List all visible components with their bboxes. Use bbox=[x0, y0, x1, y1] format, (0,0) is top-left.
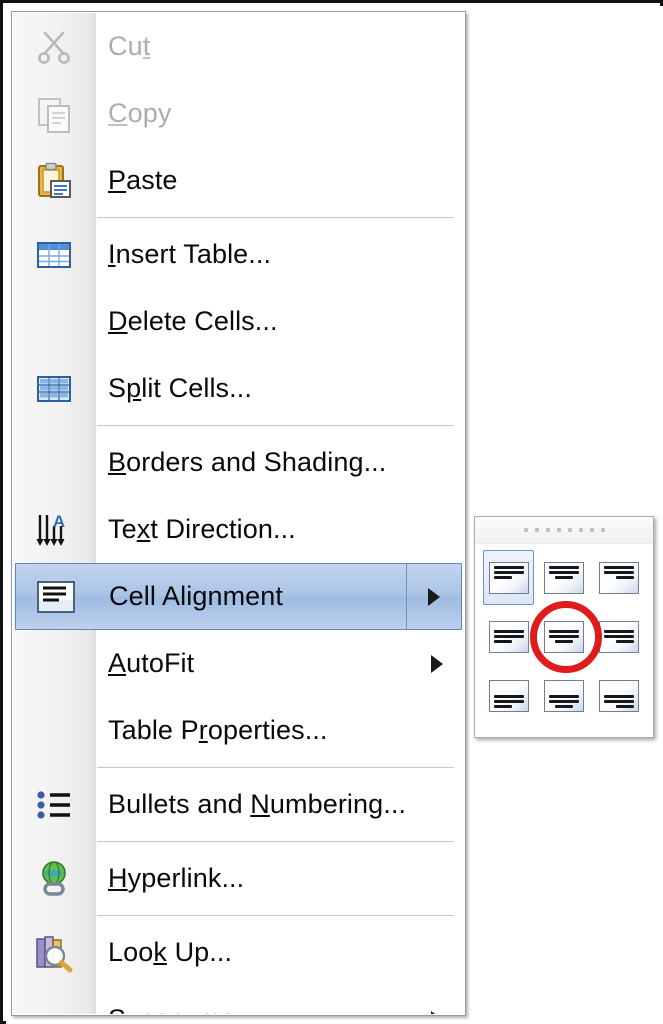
look-up-icon bbox=[13, 919, 95, 986]
menu-item-insert-table[interactable]: Insert Table... bbox=[13, 221, 464, 288]
menu-item-caret-slot bbox=[410, 771, 464, 838]
align-top-right-icon bbox=[599, 561, 640, 594]
menu-item-caret-slot bbox=[410, 221, 464, 288]
menu-item-icon-slot bbox=[13, 986, 95, 1014]
alignment-option-align-center[interactable] bbox=[538, 609, 589, 664]
menu-item-label: Copy bbox=[108, 98, 172, 128]
menu-item-caret-slot bbox=[410, 429, 464, 496]
bullets-icon bbox=[13, 771, 95, 838]
align-top-left-icon bbox=[488, 561, 529, 594]
alignment-option-align-bottom-left[interactable] bbox=[483, 669, 534, 724]
menu-item-label: Paste bbox=[108, 165, 178, 195]
menu-item-label: Split Cells... bbox=[108, 373, 252, 403]
menu-item-cut: Cut bbox=[13, 13, 464, 80]
copy-pages-icon bbox=[13, 80, 95, 147]
menu-separator bbox=[97, 841, 454, 842]
menu-item-caret-slot bbox=[410, 80, 464, 147]
figure-canvas: Cut Copy Paste Insert Table... Delete Ce… bbox=[6, 6, 663, 1024]
menu-item-caret-slot bbox=[410, 355, 464, 422]
grip-dot bbox=[578, 528, 583, 532]
menu-item-look-up[interactable]: Look Up... bbox=[13, 919, 464, 986]
align-bottom-center-icon bbox=[543, 680, 584, 713]
menu-item-copy: Copy bbox=[13, 80, 464, 147]
align-bottom-right-icon bbox=[599, 680, 640, 713]
menu-item-list: Cut Copy Paste Insert Table... Delete Ce… bbox=[13, 13, 464, 1014]
menu-item-caret-slot bbox=[410, 845, 464, 912]
menu-item-label: Hyperlink... bbox=[108, 863, 245, 893]
menu-item-label: Table Properties... bbox=[108, 715, 328, 745]
figure-frame: Cut Copy Paste Insert Table... Delete Ce… bbox=[0, 0, 663, 1024]
align-center-right-icon bbox=[599, 620, 640, 653]
menu-item-label: Bullets and Numbering... bbox=[108, 789, 407, 819]
menu-item-borders[interactable]: Borders and Shading... bbox=[13, 429, 464, 496]
align-bottom-left-icon bbox=[488, 680, 529, 713]
grip-dot bbox=[589, 528, 594, 532]
cell-alignment-icon bbox=[16, 564, 96, 629]
alignment-option-align-top-center[interactable] bbox=[538, 550, 589, 605]
submenu-arrow-icon bbox=[410, 630, 464, 697]
cell-alignment-submenu bbox=[474, 516, 654, 738]
submenu-drag-handle[interactable] bbox=[475, 517, 653, 544]
menu-separator bbox=[97, 915, 454, 916]
menu-item-caret-slot bbox=[410, 288, 464, 355]
align-center-icon bbox=[543, 620, 584, 653]
text-direction-icon: A bbox=[13, 496, 95, 563]
align-top-center-icon bbox=[543, 561, 584, 594]
alignment-option-align-bottom-right[interactable] bbox=[594, 669, 645, 724]
grip-dot bbox=[534, 528, 539, 532]
alignment-option-align-top-right[interactable] bbox=[594, 550, 645, 605]
menu-item-synonyms[interactable]: Synonyms bbox=[13, 986, 464, 1014]
menu-item-icon-slot bbox=[13, 288, 95, 355]
menu-item-hyperlink[interactable]: Hyperlink... bbox=[13, 845, 464, 912]
menu-item-label: Look Up... bbox=[108, 937, 233, 967]
submenu-arrow-icon bbox=[406, 564, 461, 629]
menu-item-label: Delete Cells... bbox=[108, 306, 278, 336]
menu-item-label: Borders and Shading... bbox=[108, 447, 387, 477]
alignment-option-align-center-left[interactable] bbox=[483, 609, 534, 664]
split-cells-icon bbox=[13, 355, 95, 422]
menu-item-table-props[interactable]: Table Properties... bbox=[13, 697, 464, 764]
menu-item-label: AutoFit bbox=[108, 648, 195, 678]
menu-item-caret-slot bbox=[410, 496, 464, 563]
menu-item-icon-slot bbox=[13, 630, 95, 697]
menu-item-caret-slot bbox=[410, 13, 464, 80]
menu-item-text-direction[interactable]: A Text Direction... bbox=[13, 496, 464, 563]
menu-item-label: Insert Table... bbox=[108, 239, 272, 269]
alignment-option-align-center-right[interactable] bbox=[594, 609, 645, 664]
menu-item-paste[interactable]: Paste bbox=[13, 147, 464, 214]
grip-dot bbox=[556, 528, 561, 532]
grip-dot bbox=[567, 528, 572, 532]
hyperlink-globe-icon bbox=[13, 845, 95, 912]
menu-item-caret-slot bbox=[410, 919, 464, 986]
menu-separator bbox=[97, 217, 454, 218]
menu-item-autofit[interactable]: AutoFit bbox=[13, 630, 464, 697]
menu-item-label: Cut bbox=[108, 31, 151, 61]
clipboard-paste-icon bbox=[13, 147, 95, 214]
menu-item-label: Cell Alignment bbox=[109, 581, 284, 611]
alignment-option-align-bottom-center[interactable] bbox=[538, 669, 589, 724]
submenu-arrow-icon bbox=[410, 986, 464, 1014]
align-center-left-icon bbox=[488, 620, 529, 653]
alignment-option-grid bbox=[475, 544, 653, 732]
menu-item-caret-slot bbox=[410, 147, 464, 214]
menu-separator bbox=[97, 425, 454, 426]
grip-dot bbox=[600, 528, 605, 532]
menu-item-delete-cells[interactable]: Delete Cells... bbox=[13, 288, 464, 355]
context-menu: Cut Copy Paste Insert Table... Delete Ce… bbox=[11, 11, 466, 1016]
menu-item-label: Synonyms bbox=[95, 1004, 410, 1014]
grip-dot bbox=[523, 528, 528, 532]
menu-separator bbox=[97, 767, 454, 768]
alignment-option-align-top-left[interactable] bbox=[483, 550, 535, 606]
insert-table-icon bbox=[13, 221, 95, 288]
menu-item-cell-alignment[interactable]: Cell Alignment bbox=[15, 563, 462, 630]
menu-item-split-cells[interactable]: Split Cells... bbox=[13, 355, 464, 422]
menu-item-icon-slot bbox=[13, 697, 95, 764]
svg-text:A: A bbox=[53, 512, 65, 531]
scissors-icon bbox=[13, 13, 95, 80]
menu-item-caret-slot bbox=[410, 697, 464, 764]
menu-item-label: Text Direction... bbox=[108, 514, 296, 544]
grip-dot bbox=[545, 528, 550, 532]
menu-item-bullets[interactable]: Bullets and Numbering... bbox=[13, 771, 464, 838]
menu-item-icon-slot bbox=[13, 429, 95, 496]
